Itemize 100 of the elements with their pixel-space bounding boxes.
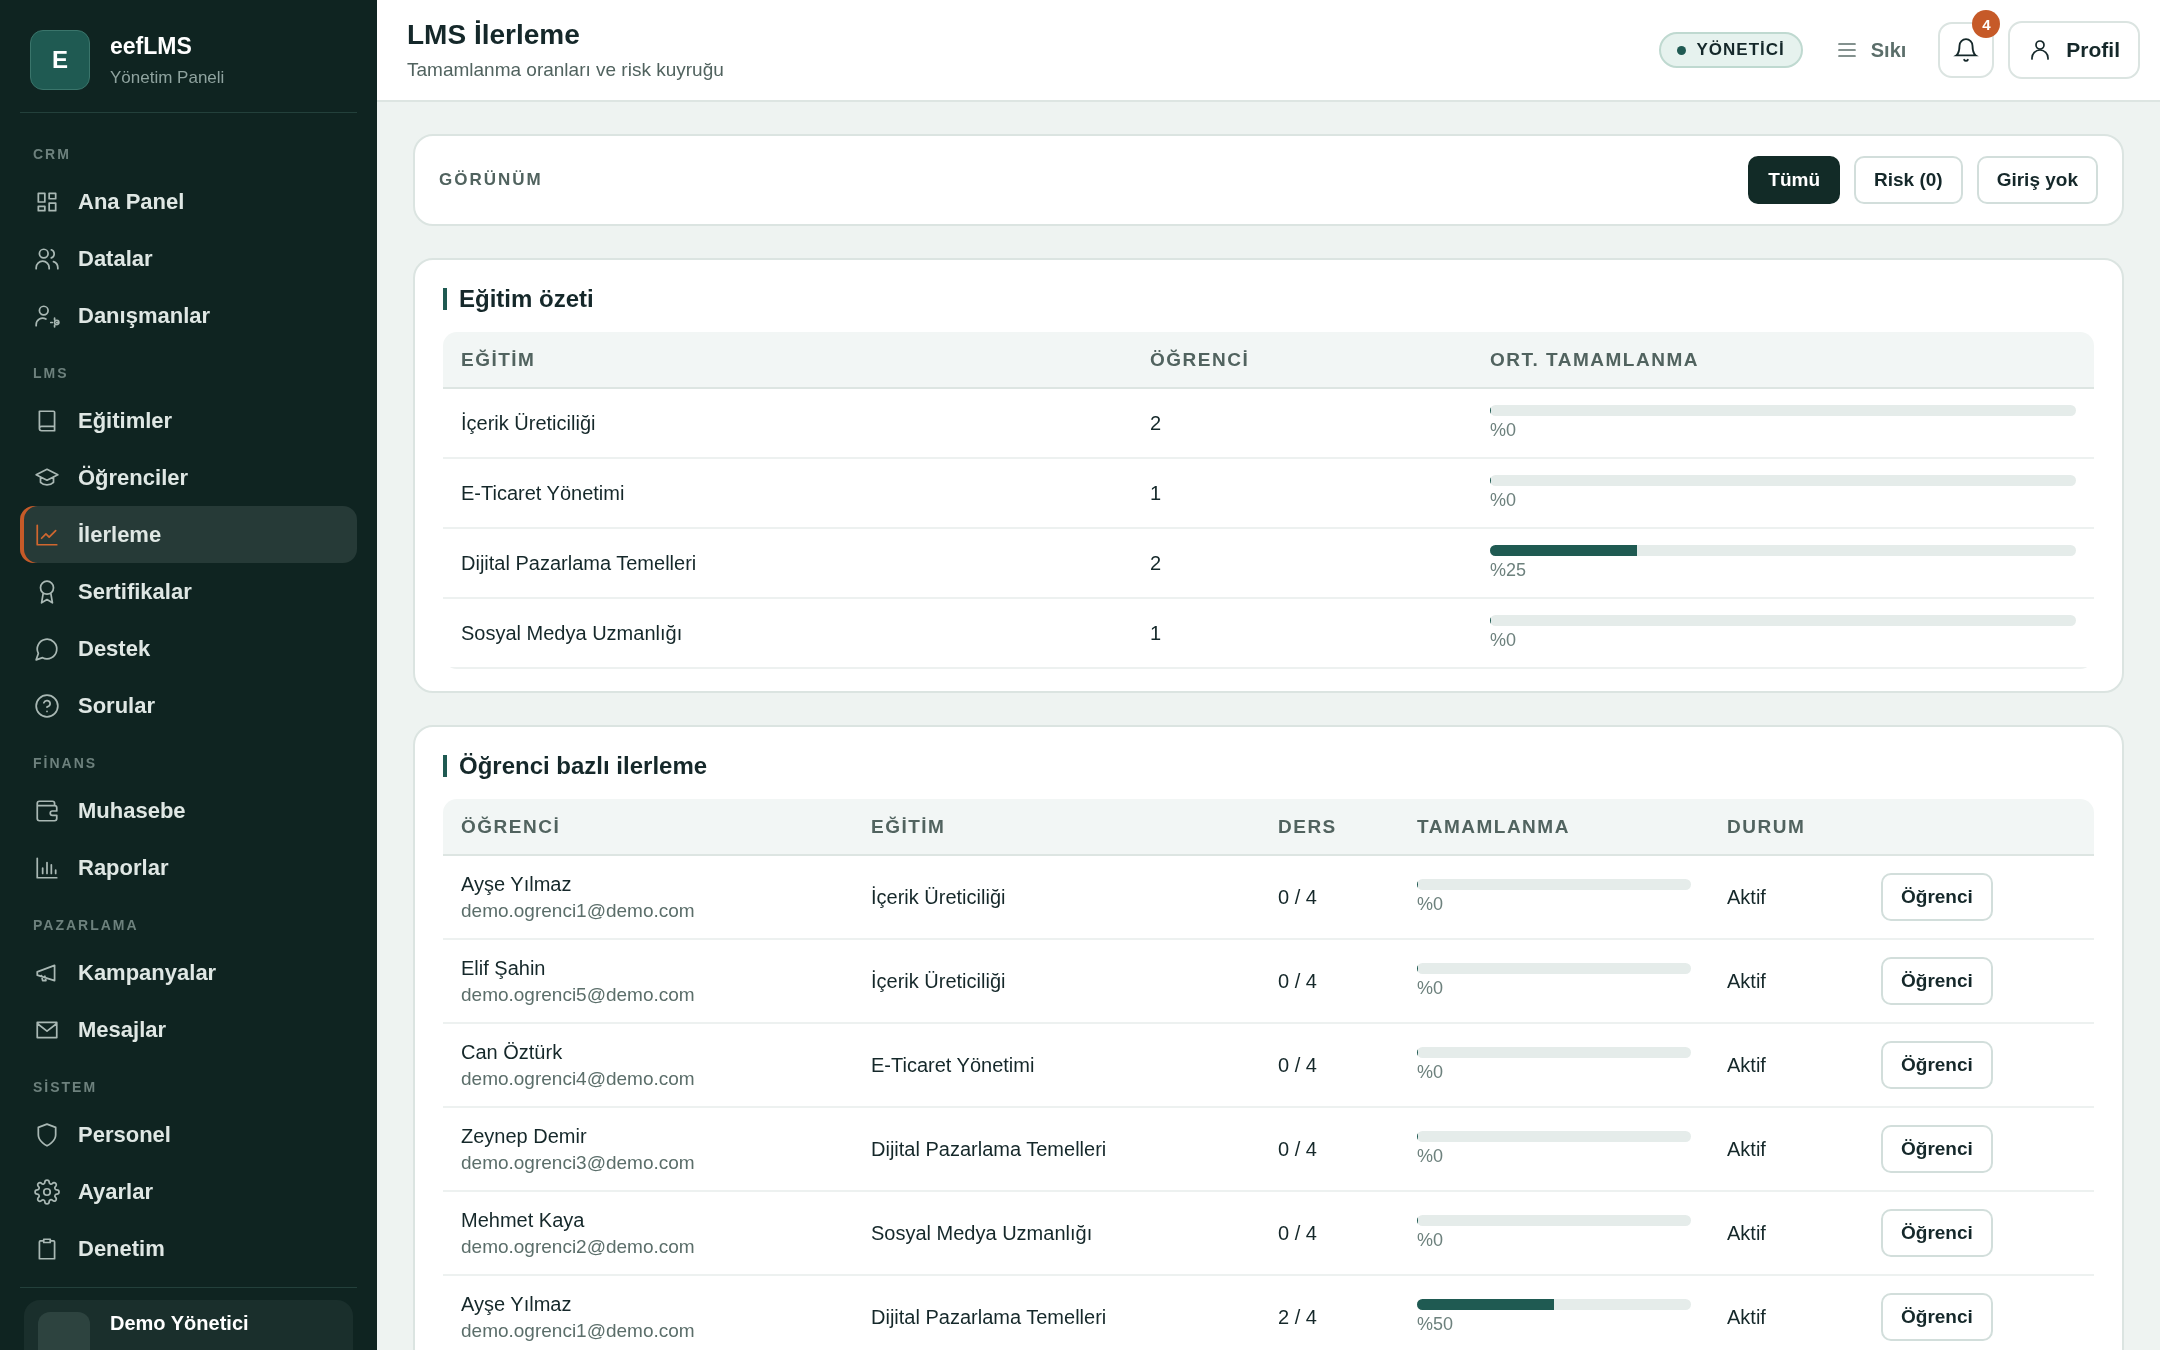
line-chart-icon xyxy=(34,521,60,548)
nav-item[interactable]: Ayarlar xyxy=(20,1163,357,1220)
table-cell-text: 0 / 4 xyxy=(1277,969,1318,993)
student-name: Ayşe Yılmaz xyxy=(461,872,573,896)
app-subtitle: Yönetim Paneli xyxy=(110,67,225,88)
table-cell-text: Dijital Pazarlama Temelleri xyxy=(870,1305,1108,1329)
student-button[interactable]: Öğrenci xyxy=(1881,1209,1993,1257)
nav-item[interactable]: Ana Panel xyxy=(20,173,357,230)
student-button[interactable]: Öğrenci xyxy=(1881,1041,1993,1089)
column-header: DERS xyxy=(1277,815,1338,838)
status-text: Aktif xyxy=(1726,1053,1767,1077)
percent-label: %0 xyxy=(1417,1146,1444,1167)
status-text: Aktif xyxy=(1726,1137,1767,1161)
table-cell-text: İçerik Üreticiliği xyxy=(460,411,597,435)
column-header: ÖĞRENCİ xyxy=(460,815,562,838)
percent-label: %0 xyxy=(1417,1230,1444,1251)
chat-bubble-icon xyxy=(34,635,60,662)
nav-item[interactable]: Öğrenciler xyxy=(20,449,357,506)
filter-button[interactable]: Giriş yok xyxy=(1976,156,2098,204)
table-cell-text: E-Ticaret Yönetimi xyxy=(460,481,626,505)
percent-label: %0 xyxy=(1490,490,1517,511)
student-email: demo.ogrenci1@demo.com xyxy=(461,1319,696,1342)
table-cell-text: İçerik Üreticiliği xyxy=(870,885,1007,909)
percent-label: %50 xyxy=(1417,1314,1455,1335)
user-card[interactable]: Demo Yönetici xyxy=(24,1300,353,1350)
users-icon xyxy=(34,245,60,272)
table-cell-text: 0 / 4 xyxy=(1277,1221,1318,1245)
nav-item[interactable]: Denetim xyxy=(20,1220,357,1277)
app-name: eefLMS xyxy=(110,32,193,60)
bell-icon xyxy=(1953,37,1980,63)
nav-section-label: PAZARLAMA xyxy=(32,916,140,935)
nav-item[interactable]: Mesajlar xyxy=(20,1001,357,1058)
shield-icon xyxy=(34,1121,60,1148)
nav-item[interactable]: Danışmanlar xyxy=(20,287,357,344)
profile-button[interactable]: Profil xyxy=(2008,21,2140,79)
column-header: DURUM xyxy=(1726,815,1807,838)
student-email: demo.ogrenci2@demo.com xyxy=(461,1235,696,1258)
view-label: GÖRÜNÜM xyxy=(439,170,543,190)
nav-item[interactable]: Sorular xyxy=(20,677,357,734)
role-badge: YÖNETİCİ xyxy=(1659,32,1803,68)
percent-label: %0 xyxy=(1490,630,1517,651)
student-button[interactable]: Öğrenci xyxy=(1881,873,1993,921)
student-email: demo.ogrenci4@demo.com xyxy=(461,1067,696,1090)
density-toggle[interactable]: Sıkı xyxy=(1816,38,1925,62)
student-email: demo.ogrenci1@demo.com xyxy=(461,899,696,922)
column-header: EĞİTİM xyxy=(870,815,947,838)
nav-section-label: LMS xyxy=(32,364,70,383)
nav-item[interactable]: Datalar xyxy=(20,230,357,287)
nav-section-label: CRM xyxy=(32,145,72,164)
column-header: ORT. TAMAMLANMA xyxy=(1489,348,1700,371)
student-name: Mehmet Kaya xyxy=(461,1208,586,1232)
table-cell-text: 0 / 4 xyxy=(1277,1053,1318,1077)
filter-button[interactable]: Risk (0) xyxy=(1854,156,1963,204)
filter-button[interactable]: Tümü xyxy=(1748,156,1841,204)
table-cell-text: Sosyal Medya Uzmanlığı xyxy=(460,621,684,645)
nav-item[interactable]: Destek xyxy=(20,620,357,677)
table-cell-text: E-Ticaret Yönetimi xyxy=(870,1053,1036,1077)
student-button[interactable]: Öğrenci xyxy=(1881,1125,1993,1173)
column-header: ÖĞRENCİ xyxy=(1149,348,1251,371)
student-name: Zeynep Demir xyxy=(461,1124,588,1148)
nav-item[interactable]: Raporlar xyxy=(20,839,357,896)
page-title: LMS İlerleme xyxy=(407,19,581,51)
notification-count: 4 xyxy=(1972,10,2001,38)
table-cell-text: 1 xyxy=(1149,621,1163,645)
logo-badge: E xyxy=(30,30,90,90)
table-cell-text: 0 / 4 xyxy=(1277,1137,1318,1161)
table-cell-text: 1 xyxy=(1149,481,1163,505)
column-header: EĞİTİM xyxy=(460,348,537,371)
table-cell-text: İçerik Üreticiliği xyxy=(870,969,1007,993)
status-text: Aktif xyxy=(1726,969,1767,993)
percent-label: %0 xyxy=(1417,978,1444,999)
percent-label: %0 xyxy=(1490,420,1517,441)
percent-label: %25 xyxy=(1490,560,1528,581)
column-header: TAMAMLANMA xyxy=(1416,815,1571,838)
student-email: demo.ogrenci3@demo.com xyxy=(461,1151,696,1174)
nav-section-label: SİSTEM xyxy=(32,1078,99,1097)
wallet-icon xyxy=(34,797,60,824)
student-button[interactable]: Öğrenci xyxy=(1881,1293,1993,1341)
section-title: Eğitim özeti xyxy=(443,288,2094,310)
page-subtitle: Tamamlanma oranları ve risk kuyruğu xyxy=(407,59,724,81)
settings-icon xyxy=(34,1178,60,1205)
nav-item[interactable]: Personel xyxy=(20,1106,357,1163)
section-title: Öğrenci bazlı ilerleme xyxy=(443,755,2094,777)
nav-item[interactable]: Sertifikalar xyxy=(20,563,357,620)
nav-item[interactable]: Muhasebe xyxy=(20,782,357,839)
table-cell-text: Sosyal Medya Uzmanlığı xyxy=(870,1221,1094,1245)
nav-item[interactable]: Eğitimler xyxy=(20,392,357,449)
student-name: Ayşe Yılmaz xyxy=(461,1292,573,1316)
notifications-button[interactable] xyxy=(1938,22,1995,78)
nav-item[interactable]: İlerleme xyxy=(20,506,357,563)
status-text: Aktif xyxy=(1726,1221,1767,1245)
status-text: Aktif xyxy=(1726,885,1767,909)
bar-chart-icon xyxy=(34,854,60,881)
student-email: demo.ogrenci5@demo.com xyxy=(461,983,696,1006)
student-button[interactable]: Öğrenci xyxy=(1881,957,1993,1005)
nav-section-label: FİNANS xyxy=(32,754,99,773)
status-text: Aktif xyxy=(1726,1305,1767,1329)
table-cell-text: 0 / 4 xyxy=(1277,885,1318,909)
percent-label: %0 xyxy=(1417,1062,1444,1083)
nav-item[interactable]: Kampanyalar xyxy=(20,944,357,1001)
